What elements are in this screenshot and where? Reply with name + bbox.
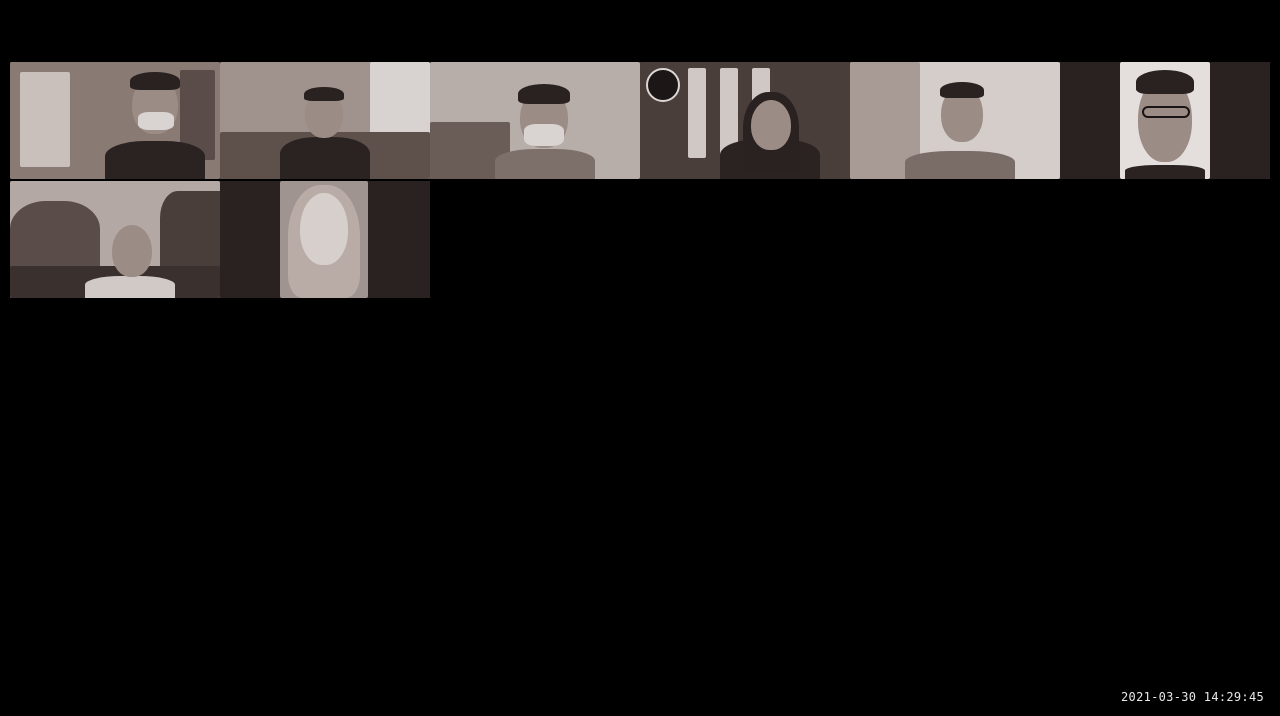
participant-body xyxy=(85,276,175,298)
participant-figure xyxy=(80,181,180,298)
participant-figure xyxy=(280,181,368,298)
participant-video-tile[interactable] xyxy=(640,62,850,179)
participant-body xyxy=(105,141,205,179)
participant-figure xyxy=(275,62,375,179)
window-background xyxy=(688,68,706,158)
face-mask xyxy=(524,124,564,146)
participant-head xyxy=(751,100,791,150)
participant-figure xyxy=(100,62,210,179)
participant-body xyxy=(495,149,595,179)
participant-figure xyxy=(905,62,1015,179)
participant-hair xyxy=(130,72,180,90)
participant-figure xyxy=(1120,62,1210,179)
logo-badge-icon xyxy=(646,68,680,102)
participant-hair xyxy=(304,87,344,101)
participant-body xyxy=(905,151,1015,179)
participant-figure xyxy=(715,62,825,179)
participant-video-tile[interactable] xyxy=(1060,62,1270,179)
video-call-screen: 2021-03-30 14:29:45 xyxy=(0,0,1280,716)
participant-body xyxy=(1125,165,1205,179)
shelf-background xyxy=(20,72,70,167)
participant-body xyxy=(280,137,370,179)
face-mask xyxy=(138,112,174,130)
participant-video-tile[interactable] xyxy=(430,62,640,179)
participant-hair xyxy=(940,82,984,98)
participant-figure xyxy=(490,62,600,179)
participant-hair xyxy=(518,84,570,104)
participant-hair xyxy=(1136,70,1194,94)
participant-video-tile[interactable] xyxy=(850,62,1060,179)
participant-video-tile[interactable] xyxy=(10,62,220,179)
participant-head xyxy=(112,225,152,277)
participant-head xyxy=(300,193,348,265)
recording-timestamp: 2021-03-30 14:29:45 xyxy=(1121,690,1264,704)
participant-video-tile[interactable] xyxy=(10,181,220,298)
participant-video-tile[interactable] xyxy=(220,62,430,179)
glasses-icon xyxy=(1142,106,1190,118)
participant-video-tile[interactable] xyxy=(220,181,430,298)
